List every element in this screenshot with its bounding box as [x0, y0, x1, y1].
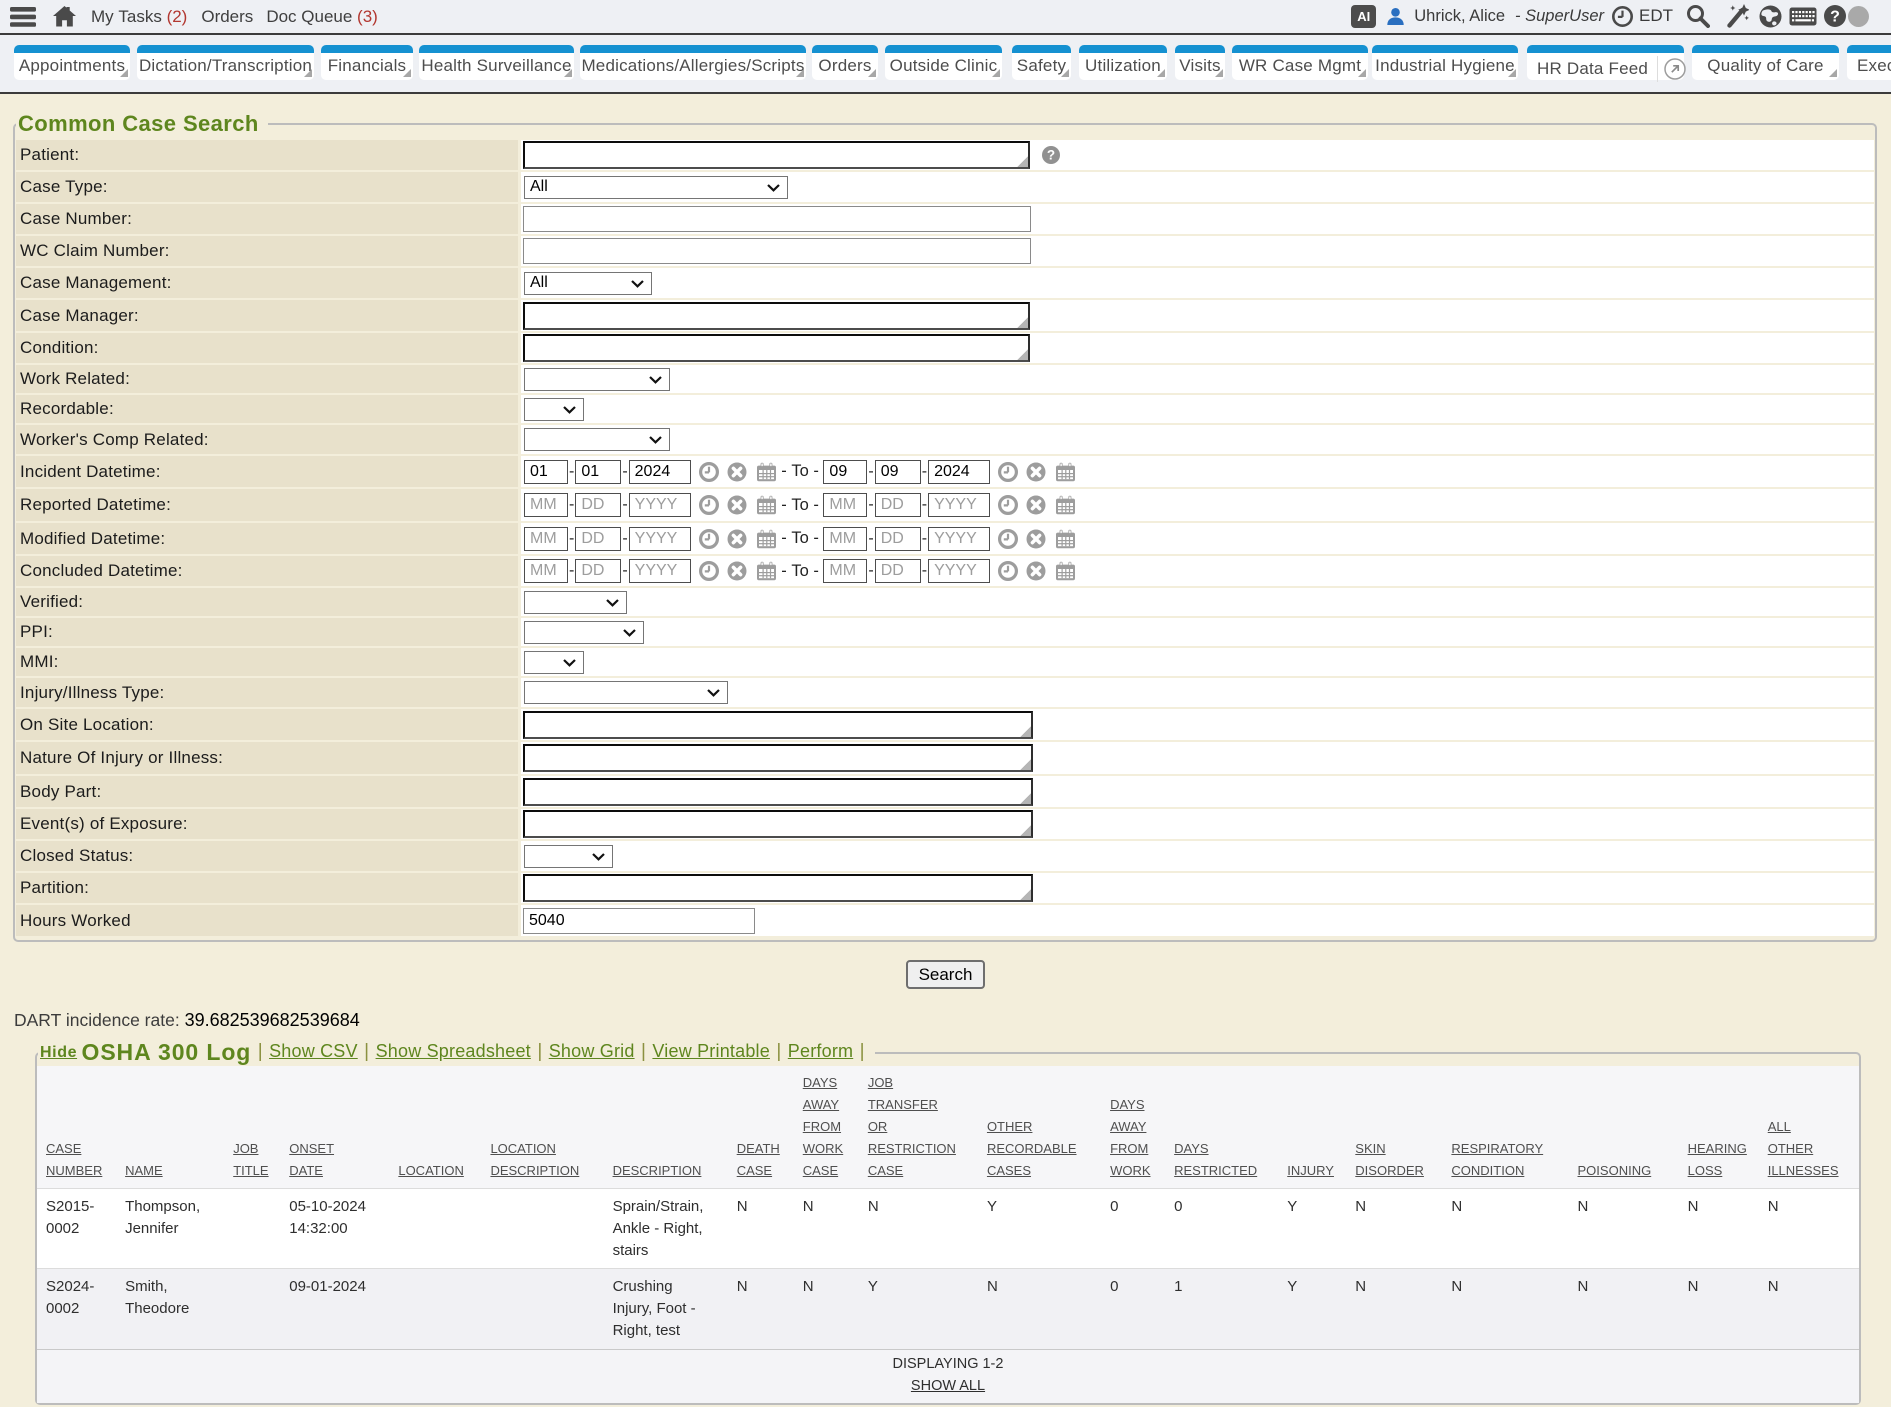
svg-text:?: ?: [1047, 148, 1055, 163]
svg-text:?: ?: [1830, 9, 1840, 26]
